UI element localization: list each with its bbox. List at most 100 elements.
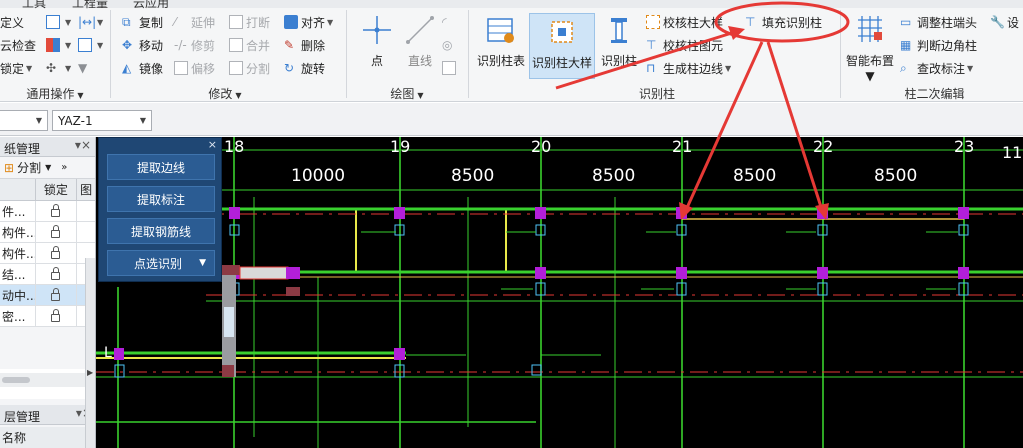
- point-button[interactable]: 点: [360, 12, 394, 78]
- more-icon[interactable]: »: [61, 162, 67, 173]
- align-button[interactable]: 对齐 ▼: [284, 12, 333, 32]
- tab-tools[interactable]: 工具: [22, 0, 46, 11]
- table-row[interactable]: 件...: [0, 201, 95, 222]
- span-label: 8500: [592, 166, 636, 186]
- axis-label-next: 11: [1002, 143, 1023, 162]
- group-label-general: 通用操作 ▼: [26, 87, 84, 101]
- lock-icon[interactable]: [51, 309, 61, 322]
- pick-button[interactable]: ✣ ▼: [46, 58, 71, 78]
- arc-button[interactable]: ◜: [442, 12, 459, 32]
- dimension-ticks: [361, 231, 958, 356]
- group-label-recognize-column: 识别柱: [638, 87, 675, 101]
- panel-title: 纸管理: [4, 142, 41, 156]
- filter-icon: ▼: [78, 61, 88, 75]
- cloud-check-button[interactable]: 云检查: [0, 35, 36, 55]
- table-row-selected[interactable]: 动中...: [0, 285, 95, 306]
- column-edge-icon: ⊓: [646, 61, 656, 75]
- width-icon: |↔|: [78, 15, 97, 29]
- extend-button[interactable]: ⁄ 延伸: [174, 12, 215, 32]
- recognize-column-detail-button[interactable]: 识别柱大样: [529, 13, 595, 79]
- judge-corner-column-button[interactable]: ▦ 判断边角柱: [900, 35, 977, 55]
- color-icon: [46, 38, 60, 52]
- extract-rebar-line-button[interactable]: 提取钢筋线: [107, 218, 215, 244]
- panel-options-icon[interactable]: ▾×: [75, 138, 91, 152]
- tab-cloud[interactable]: 云应用: [133, 0, 169, 11]
- filter-button[interactable]: ▼: [78, 58, 95, 78]
- check-column-element-button[interactable]: ⊤ 校核柱图元: [646, 35, 723, 55]
- copy-button[interactable]: ⧉ 复制: [122, 12, 163, 32]
- define-button[interactable]: 定义: [0, 12, 24, 32]
- lock-icon[interactable]: [51, 267, 61, 280]
- layer-panel-title: 层管理: [4, 410, 41, 424]
- lock-icon[interactable]: [51, 225, 61, 238]
- arc-icon: ◜: [442, 15, 447, 29]
- chevron-down-icon: ▼: [417, 91, 424, 100]
- lock-button[interactable]: 锁定 ▼: [0, 58, 32, 78]
- component-select[interactable]: YAZ-1 ▼: [52, 110, 152, 131]
- point-recognize-button[interactable]: 点选识别 ▼: [107, 250, 215, 276]
- layer-panel-header: 层管理 ▾×: [0, 405, 95, 425]
- horizontal-scrollbar[interactable]: [0, 373, 95, 387]
- col-extra-header: 图: [80, 183, 93, 197]
- axis-label-20: 20: [531, 137, 552, 156]
- copy-icon: ⧉: [122, 15, 131, 29]
- rotate-icon: ↻: [284, 61, 295, 75]
- scrollbar-thumb[interactable]: [2, 377, 30, 383]
- span-label: 8500: [874, 166, 918, 186]
- group-label-modify: 修改 ▼: [208, 87, 242, 101]
- view-button[interactable]: ▼: [78, 35, 103, 55]
- mirror-button[interactable]: ◭ 镜像: [122, 58, 163, 78]
- axis-label-19: 19: [390, 137, 411, 156]
- chevron-down-icon: ▼: [865, 69, 875, 83]
- check-edit-label-button[interactable]: ⌕ 查改标注 ▼: [900, 58, 973, 78]
- tab-quantity[interactable]: 工程量: [72, 0, 108, 11]
- table-row[interactable]: 构件...: [0, 222, 95, 243]
- scroll-right-icon[interactable]: ▶: [87, 368, 93, 377]
- split-button[interactable]: 分割: [229, 58, 270, 78]
- recognize-column-button[interactable]: 识别柱: [598, 12, 640, 78]
- extract-label-button[interactable]: 提取标注: [107, 186, 215, 212]
- split-dropdown[interactable]: 分割: [17, 159, 41, 176]
- offset-button[interactable]: 偏移: [174, 58, 215, 78]
- table-row[interactable]: 密...: [0, 306, 95, 327]
- table-row[interactable]: 构件...: [0, 243, 95, 264]
- generate-column-edge-button[interactable]: ⊓ 生成柱边线 ▼: [646, 58, 731, 78]
- extract-edge-button[interactable]: 提取边线: [107, 154, 215, 180]
- chevron-down-icon: ▼: [65, 63, 72, 73]
- rotate-button[interactable]: ↻ 旋转: [284, 58, 325, 78]
- drawing-canvas[interactable]: 18 19 20 21 22 23 11 10000 8500 8500 850…: [96, 137, 1023, 448]
- lock-icon[interactable]: [51, 246, 61, 259]
- left-marker-label: L: [104, 345, 112, 361]
- delete-button[interactable]: ✎ 删除: [284, 35, 325, 55]
- col-lock-header: 锁定: [36, 179, 78, 200]
- line-button[interactable]: 直线: [400, 12, 440, 78]
- recognize-column-table-button[interactable]: 识别柱表: [474, 12, 528, 78]
- settings-button[interactable]: 🔧 设: [990, 12, 1019, 32]
- smart-place-button[interactable]: 智能布置 ▼: [844, 12, 896, 83]
- break-button[interactable]: 打断: [229, 12, 270, 32]
- axis-lines: [117, 137, 965, 448]
- table-row[interactable]: 结...: [0, 264, 95, 285]
- lock-icon[interactable]: [51, 288, 61, 301]
- rect-button[interactable]: [442, 58, 459, 78]
- layer-set-button[interactable]: ▼: [46, 12, 71, 32]
- chevron-down-icon: ▼: [45, 163, 52, 172]
- close-icon[interactable]: ×: [208, 138, 217, 151]
- point-icon-svg: [363, 16, 391, 44]
- check-column-detail-button[interactable]: 校核柱大样: [646, 12, 723, 32]
- fill-recognize-column-button[interactable]: ⊤ 填充识别柱: [745, 12, 822, 32]
- trim-button[interactable]: -/- 修剪: [174, 35, 215, 55]
- width-button[interactable]: |↔| ▼: [78, 12, 103, 32]
- merge-button[interactable]: 合并: [229, 35, 270, 55]
- adjust-end-icon: ▭: [900, 15, 912, 29]
- chevron-down-icon: ▼: [65, 40, 72, 50]
- lock-icon[interactable]: [51, 204, 61, 217]
- axis-label-23: 23: [954, 137, 975, 156]
- adjust-column-end-button[interactable]: ▭ 调整柱端头: [900, 12, 977, 32]
- vertical-scrollbar[interactable]: ▶: [85, 258, 95, 448]
- span-label: 10000: [291, 166, 346, 186]
- floor-select[interactable]: ▼: [0, 110, 48, 131]
- circle-button[interactable]: ◎: [442, 35, 459, 55]
- move-button[interactable]: ✥ 移动: [122, 35, 163, 55]
- color-set-button[interactable]: ▼: [46, 35, 71, 55]
